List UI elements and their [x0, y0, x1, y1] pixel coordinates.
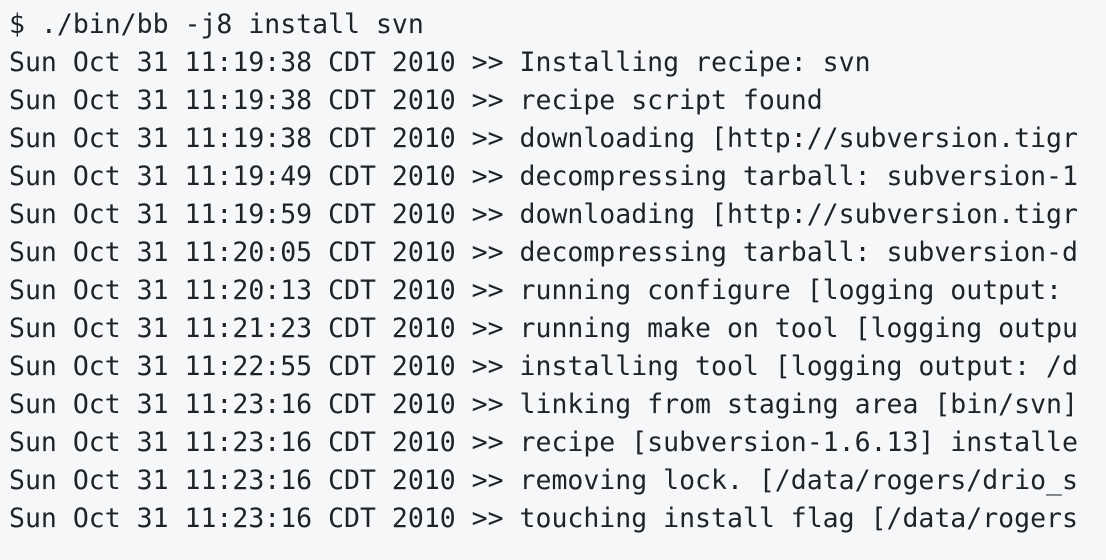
terminal-lines: $ ./bin/bb -j8 install svn Sun Oct 31 11…	[9, 6, 1078, 538]
log-line: Sun Oct 31 11:22:55 CDT 2010 >> installi…	[9, 351, 1078, 382]
log-line: Sun Oct 31 11:19:38 CDT 2010 >> recipe s…	[9, 85, 823, 116]
log-line: Sun Oct 31 11:20:05 CDT 2010 >> decompre…	[9, 237, 1078, 268]
log-line: Sun Oct 31 11:19:38 CDT 2010 >> Installi…	[9, 47, 871, 78]
log-line: Sun Oct 31 11:23:16 CDT 2010 >> touching…	[9, 503, 1078, 534]
log-line: Sun Oct 31 11:20:13 CDT 2010 >> running …	[9, 275, 1062, 306]
terminal-output: $ ./bin/bb -j8 install svn Sun Oct 31 11…	[0, 0, 1106, 560]
log-line: Sun Oct 31 11:19:59 CDT 2010 >> download…	[9, 199, 1078, 230]
command-line: $ ./bin/bb -j8 install svn	[9, 9, 424, 40]
log-line: Sun Oct 31 11:19:49 CDT 2010 >> decompre…	[9, 161, 1078, 192]
log-line: Sun Oct 31 11:23:16 CDT 2010 >> linking …	[9, 389, 1078, 420]
log-line: Sun Oct 31 11:21:23 CDT 2010 >> running …	[9, 313, 1078, 344]
log-line: Sun Oct 31 11:19:38 CDT 2010 >> download…	[9, 123, 1078, 154]
log-line: Sun Oct 31 11:23:16 CDT 2010 >> removing…	[9, 465, 1078, 496]
log-line: Sun Oct 31 11:23:16 CDT 2010 >> recipe […	[9, 427, 1078, 458]
